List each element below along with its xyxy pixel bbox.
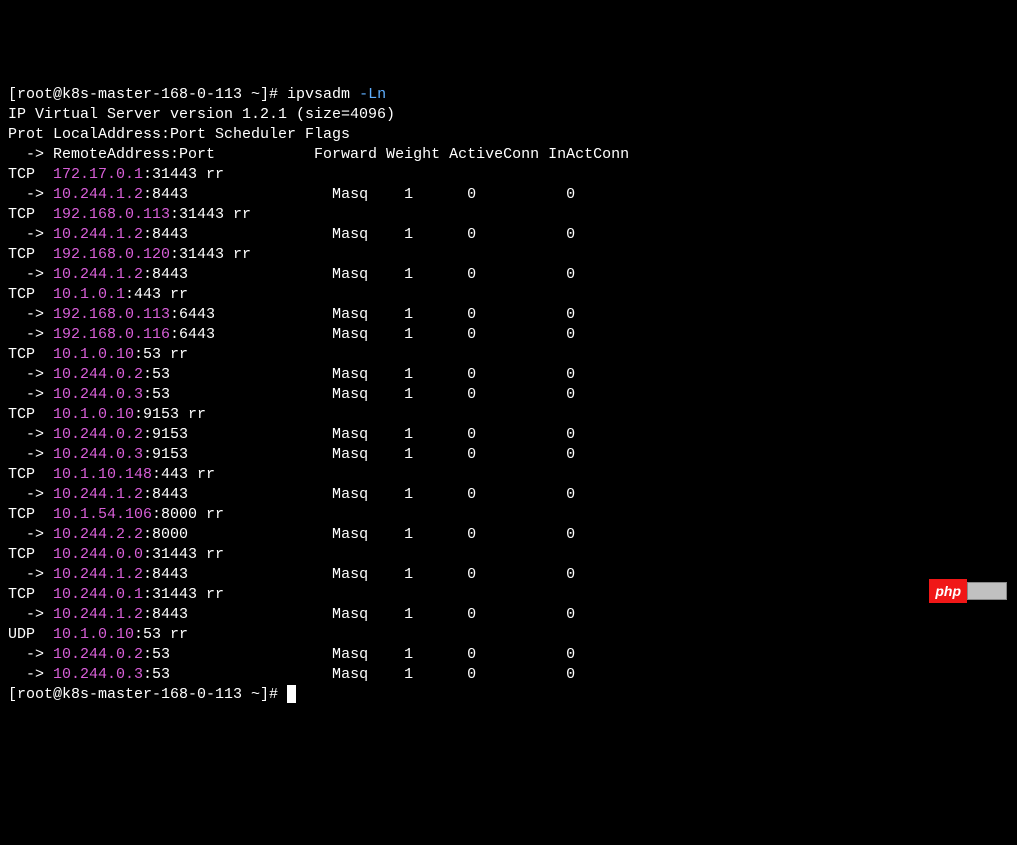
services-list: TCP 172.17.0.1:31443 rr -> 10.244.1.2:84… bbox=[8, 165, 1009, 685]
command-flag: -Ln bbox=[350, 86, 386, 103]
header-row-1: Prot LocalAddress:Port Scheduler Flags bbox=[8, 126, 350, 143]
header-row-2: -> RemoteAddress:Port Forward Weight Act… bbox=[8, 146, 629, 163]
remote-row: -> 10.244.0.2:9153 Masq 1 0 0 bbox=[8, 426, 575, 443]
service-row: TCP 10.1.0.10:9153 rr bbox=[8, 406, 206, 423]
remote-ip: 10.244.1.2 bbox=[53, 606, 143, 623]
remote-row: -> 192.168.0.116:6443 Masq 1 0 0 bbox=[8, 326, 575, 343]
local-ip: 10.1.0.10 bbox=[53, 346, 134, 363]
remote-row: -> 10.244.1.2:8443 Masq 1 0 0 bbox=[8, 226, 575, 243]
local-ip: 10.1.0.10 bbox=[53, 626, 134, 643]
service-row: TCP 10.244.0.1:31443 rr bbox=[8, 586, 224, 603]
remote-ip: 10.244.1.2 bbox=[53, 186, 143, 203]
remote-ip: 10.244.0.2 bbox=[53, 366, 143, 383]
service-row: TCP 10.1.0.1:443 rr bbox=[8, 286, 188, 303]
remote-ip: 192.168.0.116 bbox=[53, 326, 170, 343]
service-row: TCP 10.1.54.106:8000 rr bbox=[8, 506, 224, 523]
command-text: ipvsadm bbox=[287, 86, 350, 103]
prompt-line-1: [root@k8s-master-168-0-113 ~]# ipvsadm -… bbox=[8, 86, 386, 103]
prompt-prefix: [root@k8s-master-168-0-113 ~]# bbox=[8, 686, 287, 703]
remote-row: -> 10.244.1.2:8443 Masq 1 0 0 bbox=[8, 486, 575, 503]
remote-row: -> 192.168.0.113:6443 Masq 1 0 0 bbox=[8, 306, 575, 323]
terminal-output: [root@k8s-master-168-0-113 ~]# ipvsadm -… bbox=[8, 85, 1009, 705]
service-row: TCP 192.168.0.120:31443 rr bbox=[8, 246, 251, 263]
remote-ip: 10.244.0.3 bbox=[53, 386, 143, 403]
remote-ip: 10.244.1.2 bbox=[53, 486, 143, 503]
remote-ip: 10.244.0.3 bbox=[53, 446, 143, 463]
local-ip: 10.1.10.148 bbox=[53, 466, 152, 483]
local-ip: 192.168.0.113 bbox=[53, 206, 170, 223]
remote-ip: 10.244.1.2 bbox=[53, 566, 143, 583]
remote-row: -> 10.244.0.3:9153 Masq 1 0 0 bbox=[8, 446, 575, 463]
remote-ip: 192.168.0.113 bbox=[53, 306, 170, 323]
version-line: IP Virtual Server version 1.2.1 (size=40… bbox=[8, 106, 395, 123]
service-row: TCP 10.244.0.0:31443 rr bbox=[8, 546, 224, 563]
service-row: TCP 172.17.0.1:31443 rr bbox=[8, 166, 224, 183]
remote-row: -> 10.244.0.2:53 Masq 1 0 0 bbox=[8, 366, 575, 383]
prompt-line-2[interactable]: [root@k8s-master-168-0-113 ~]# bbox=[8, 686, 296, 703]
remote-ip: 10.244.0.2 bbox=[53, 646, 143, 663]
local-ip: 10.244.0.0 bbox=[53, 546, 143, 563]
local-ip: 10.1.0.1 bbox=[53, 286, 125, 303]
watermark-text: php bbox=[929, 579, 967, 603]
remote-row: -> 10.244.0.3:53 Masq 1 0 0 bbox=[8, 666, 575, 683]
remote-ip: 10.244.1.2 bbox=[53, 266, 143, 283]
remote-row: -> 10.244.1.2:8443 Masq 1 0 0 bbox=[8, 186, 575, 203]
remote-row: -> 10.244.0.2:53 Masq 1 0 0 bbox=[8, 646, 575, 663]
remote-ip: 10.244.0.3 bbox=[53, 666, 143, 683]
remote-ip: 10.244.0.2 bbox=[53, 426, 143, 443]
remote-row: -> 10.244.1.2:8443 Masq 1 0 0 bbox=[8, 566, 575, 583]
watermark-badge: php bbox=[929, 579, 1007, 603]
remote-ip: 10.244.1.2 bbox=[53, 226, 143, 243]
service-row: TCP 10.1.0.10:53 rr bbox=[8, 346, 188, 363]
remote-ip: 10.244.2.2 bbox=[53, 526, 143, 543]
remote-row: -> 10.244.1.2:8443 Masq 1 0 0 bbox=[8, 606, 575, 623]
remote-row: -> 10.244.1.2:8443 Masq 1 0 0 bbox=[8, 266, 575, 283]
local-ip: 10.244.0.1 bbox=[53, 586, 143, 603]
watermark-box bbox=[967, 582, 1007, 600]
cursor-icon bbox=[287, 685, 296, 703]
service-row: TCP 10.1.10.148:443 rr bbox=[8, 466, 215, 483]
prompt-prefix: [root@k8s-master-168-0-113 ~]# bbox=[8, 86, 287, 103]
remote-row: -> 10.244.2.2:8000 Masq 1 0 0 bbox=[8, 526, 575, 543]
remote-row: -> 10.244.0.3:53 Masq 1 0 0 bbox=[8, 386, 575, 403]
local-ip: 172.17.0.1 bbox=[53, 166, 143, 183]
service-row: UDP 10.1.0.10:53 rr bbox=[8, 626, 188, 643]
service-row: TCP 192.168.0.113:31443 rr bbox=[8, 206, 251, 223]
local-ip: 10.1.0.10 bbox=[53, 406, 134, 423]
local-ip: 10.1.54.106 bbox=[53, 506, 152, 523]
local-ip: 192.168.0.120 bbox=[53, 246, 170, 263]
